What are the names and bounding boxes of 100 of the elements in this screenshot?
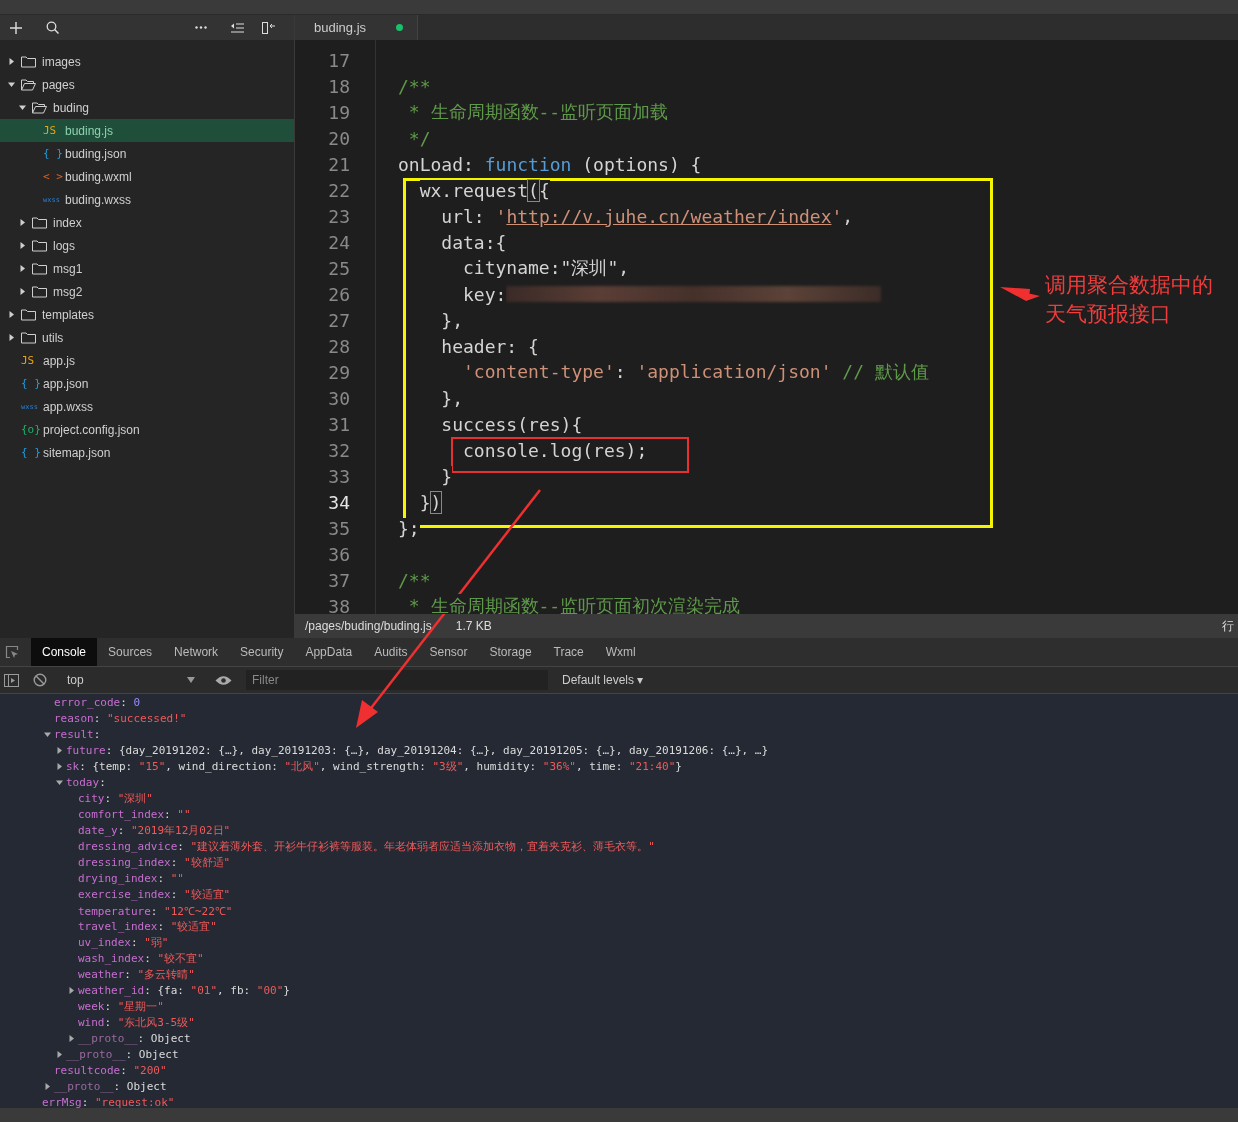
- clear-icon[interactable]: [33, 673, 47, 687]
- file-type-label: JS: [43, 124, 58, 137]
- file-tree-item[interactable]: msg1: [0, 257, 294, 280]
- devtools-tab[interactable]: Sensor: [418, 638, 479, 666]
- file-tree-item[interactable]: images: [0, 50, 294, 73]
- console-line: weather_id: {fa: "01", fb: "00"}: [78, 983, 290, 997]
- line-number: 35: [327, 517, 350, 539]
- editor-tab[interactable]: buding.js: [295, 15, 419, 40]
- file-tree-item[interactable]: { } app.json: [0, 372, 294, 395]
- line-number: 30: [327, 387, 350, 409]
- folder-icon: [32, 239, 47, 252]
- file-tree-item[interactable]: JS buding.js: [0, 119, 294, 142]
- line-number: 32: [327, 439, 350, 461]
- file-tree-item[interactable]: JS app.js: [0, 349, 294, 372]
- file-tree-item[interactable]: pages: [0, 73, 294, 96]
- caret-down-icon: [187, 677, 195, 683]
- tab-title: buding.js: [314, 20, 367, 35]
- devtools-tab[interactable]: Storage: [478, 638, 543, 666]
- folder-icon: [21, 55, 36, 68]
- line-number: 38: [327, 595, 350, 614]
- caret-right-icon[interactable]: [68, 986, 75, 994]
- add-icon[interactable]: [10, 21, 22, 34]
- file-tree-item[interactable]: < > buding.wxml: [0, 165, 294, 188]
- devtools-tab[interactable]: Security: [229, 638, 295, 666]
- file-name: app.wxss: [43, 399, 94, 414]
- caret-down-icon[interactable]: [44, 730, 51, 738]
- context-select[interactable]: top: [61, 673, 201, 687]
- caret-right-icon[interactable]: [8, 334, 15, 341]
- caret-down-icon[interactable]: [56, 778, 63, 786]
- caret-right-icon[interactable]: [8, 58, 15, 65]
- folder-icon: [21, 331, 36, 344]
- sidebar-toggle-icon[interactable]: [4, 673, 19, 687]
- file-tree-item[interactable]: index: [0, 211, 294, 234]
- file-tree-item[interactable]: { } sitemap.json: [0, 441, 294, 464]
- caret-right-icon[interactable]: [68, 1034, 75, 1042]
- console-line: result:: [54, 727, 101, 741]
- devtools-tab[interactable]: Console: [31, 638, 98, 666]
- console-line: week: "星期一": [78, 998, 164, 1014]
- line-number: 18: [327, 75, 350, 97]
- levels-dropdown[interactable]: Default levels ▾: [562, 673, 644, 687]
- file-name: buding: [53, 100, 90, 115]
- line-number: 19: [327, 101, 350, 123]
- file-tree-item[interactable]: logs: [0, 234, 294, 257]
- caret-down-icon[interactable]: [8, 81, 15, 88]
- file-path: /pages/buding/buding.js: [305, 619, 432, 633]
- devtools-tab[interactable]: Network: [163, 638, 230, 666]
- devtools-tab[interactable]: Sources: [97, 638, 164, 666]
- annotation-text: 调用聚合数据中的天气预报接口: [1045, 272, 1214, 327]
- file-tree-item[interactable]: templates: [0, 303, 294, 326]
- devtools-tab[interactable]: Wxml: [594, 638, 647, 666]
- file-name: index: [53, 215, 82, 230]
- file-type-label: { }: [21, 377, 42, 390]
- folder-icon: [21, 308, 36, 321]
- file-tree-item[interactable]: {o} project.config.json: [0, 418, 294, 441]
- line-number: 22: [327, 179, 350, 201]
- inspect-icon[interactable]: [5, 645, 19, 659]
- devtools-tab[interactable]: AppData: [294, 638, 364, 666]
- file-size: 1.7 KB: [455, 619, 492, 633]
- caret-right-icon[interactable]: [19, 219, 26, 226]
- caret-right-icon[interactable]: [56, 1050, 63, 1058]
- caret-right-icon[interactable]: [8, 311, 15, 318]
- console-line: exercise_index: "较适宜": [78, 886, 231, 902]
- open-folder-icon: [32, 101, 47, 114]
- file-name: pages: [42, 77, 75, 92]
- collapse-icon[interactable]: [231, 22, 244, 33]
- console-line: resultcode: "200": [54, 1063, 167, 1077]
- file-tree-item[interactable]: utils: [0, 326, 294, 349]
- file-tree-item[interactable]: buding: [0, 96, 294, 119]
- line-number: 21: [327, 153, 350, 175]
- more-icon[interactable]: [195, 26, 207, 29]
- console-line: uv_index: "弱": [78, 934, 169, 950]
- eye-icon[interactable]: [215, 674, 232, 686]
- file-type-label: {o}: [21, 423, 42, 436]
- console-line: wash_index: "较不宜": [78, 950, 204, 966]
- file-name: images: [42, 54, 81, 69]
- split-panel-icon[interactable]: [262, 21, 276, 34]
- line-number: 23: [327, 205, 350, 227]
- line-number: 29: [327, 361, 350, 383]
- caret-right-icon[interactable]: [44, 1082, 51, 1090]
- annotation-arrow: [1000, 287, 1040, 301]
- console-line: __proto__: Object: [54, 1079, 167, 1093]
- file-name: buding.json: [65, 146, 127, 161]
- console-line: __proto__: Object: [78, 1031, 191, 1045]
- caret-right-icon[interactable]: [56, 746, 63, 754]
- file-tree-item[interactable]: msg2: [0, 280, 294, 303]
- caret-right-icon[interactable]: [19, 242, 26, 249]
- console-line: drying_index: "": [78, 871, 184, 885]
- caret-right-icon[interactable]: [19, 288, 26, 295]
- caret-right-icon[interactable]: [56, 762, 63, 770]
- file-tree-item[interactable]: { } buding.json: [0, 142, 294, 165]
- filter-field[interactable]: Filter: [246, 670, 548, 690]
- devtools-tab[interactable]: Audits: [363, 638, 419, 666]
- console-line: today:: [66, 775, 106, 789]
- caret-right-icon[interactable]: [19, 265, 26, 272]
- devtools-tab[interactable]: Trace: [542, 638, 595, 666]
- line-number: 33: [327, 465, 350, 487]
- search-icon[interactable]: [46, 21, 59, 34]
- line-number: 26: [327, 283, 350, 305]
- console-line: temperature: "12℃~22℃": [78, 903, 233, 918]
- caret-down-icon[interactable]: [19, 104, 26, 111]
